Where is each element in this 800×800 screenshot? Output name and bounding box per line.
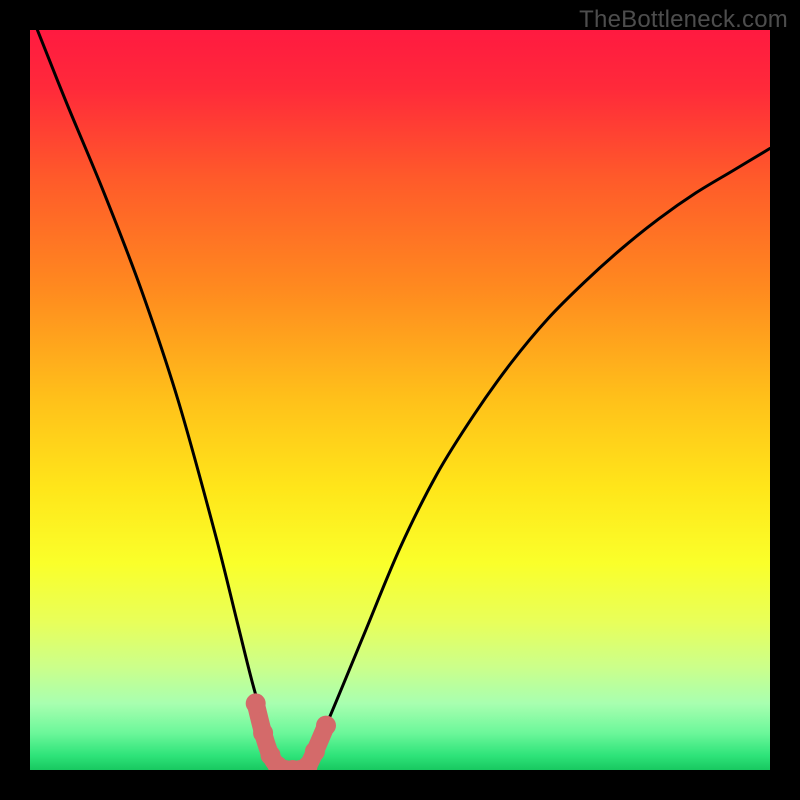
sweet-spot-dots bbox=[246, 693, 336, 770]
bottleneck-curve bbox=[37, 30, 770, 770]
sweet-spot-dot bbox=[305, 742, 325, 762]
curve-layer bbox=[30, 30, 770, 770]
sweet-spot-dot bbox=[253, 723, 273, 743]
sweet-spot-dot bbox=[246, 693, 266, 713]
sweet-spot-dot bbox=[316, 716, 336, 736]
plot-area bbox=[30, 30, 770, 770]
chart-frame: TheBottleneck.com bbox=[0, 0, 800, 800]
